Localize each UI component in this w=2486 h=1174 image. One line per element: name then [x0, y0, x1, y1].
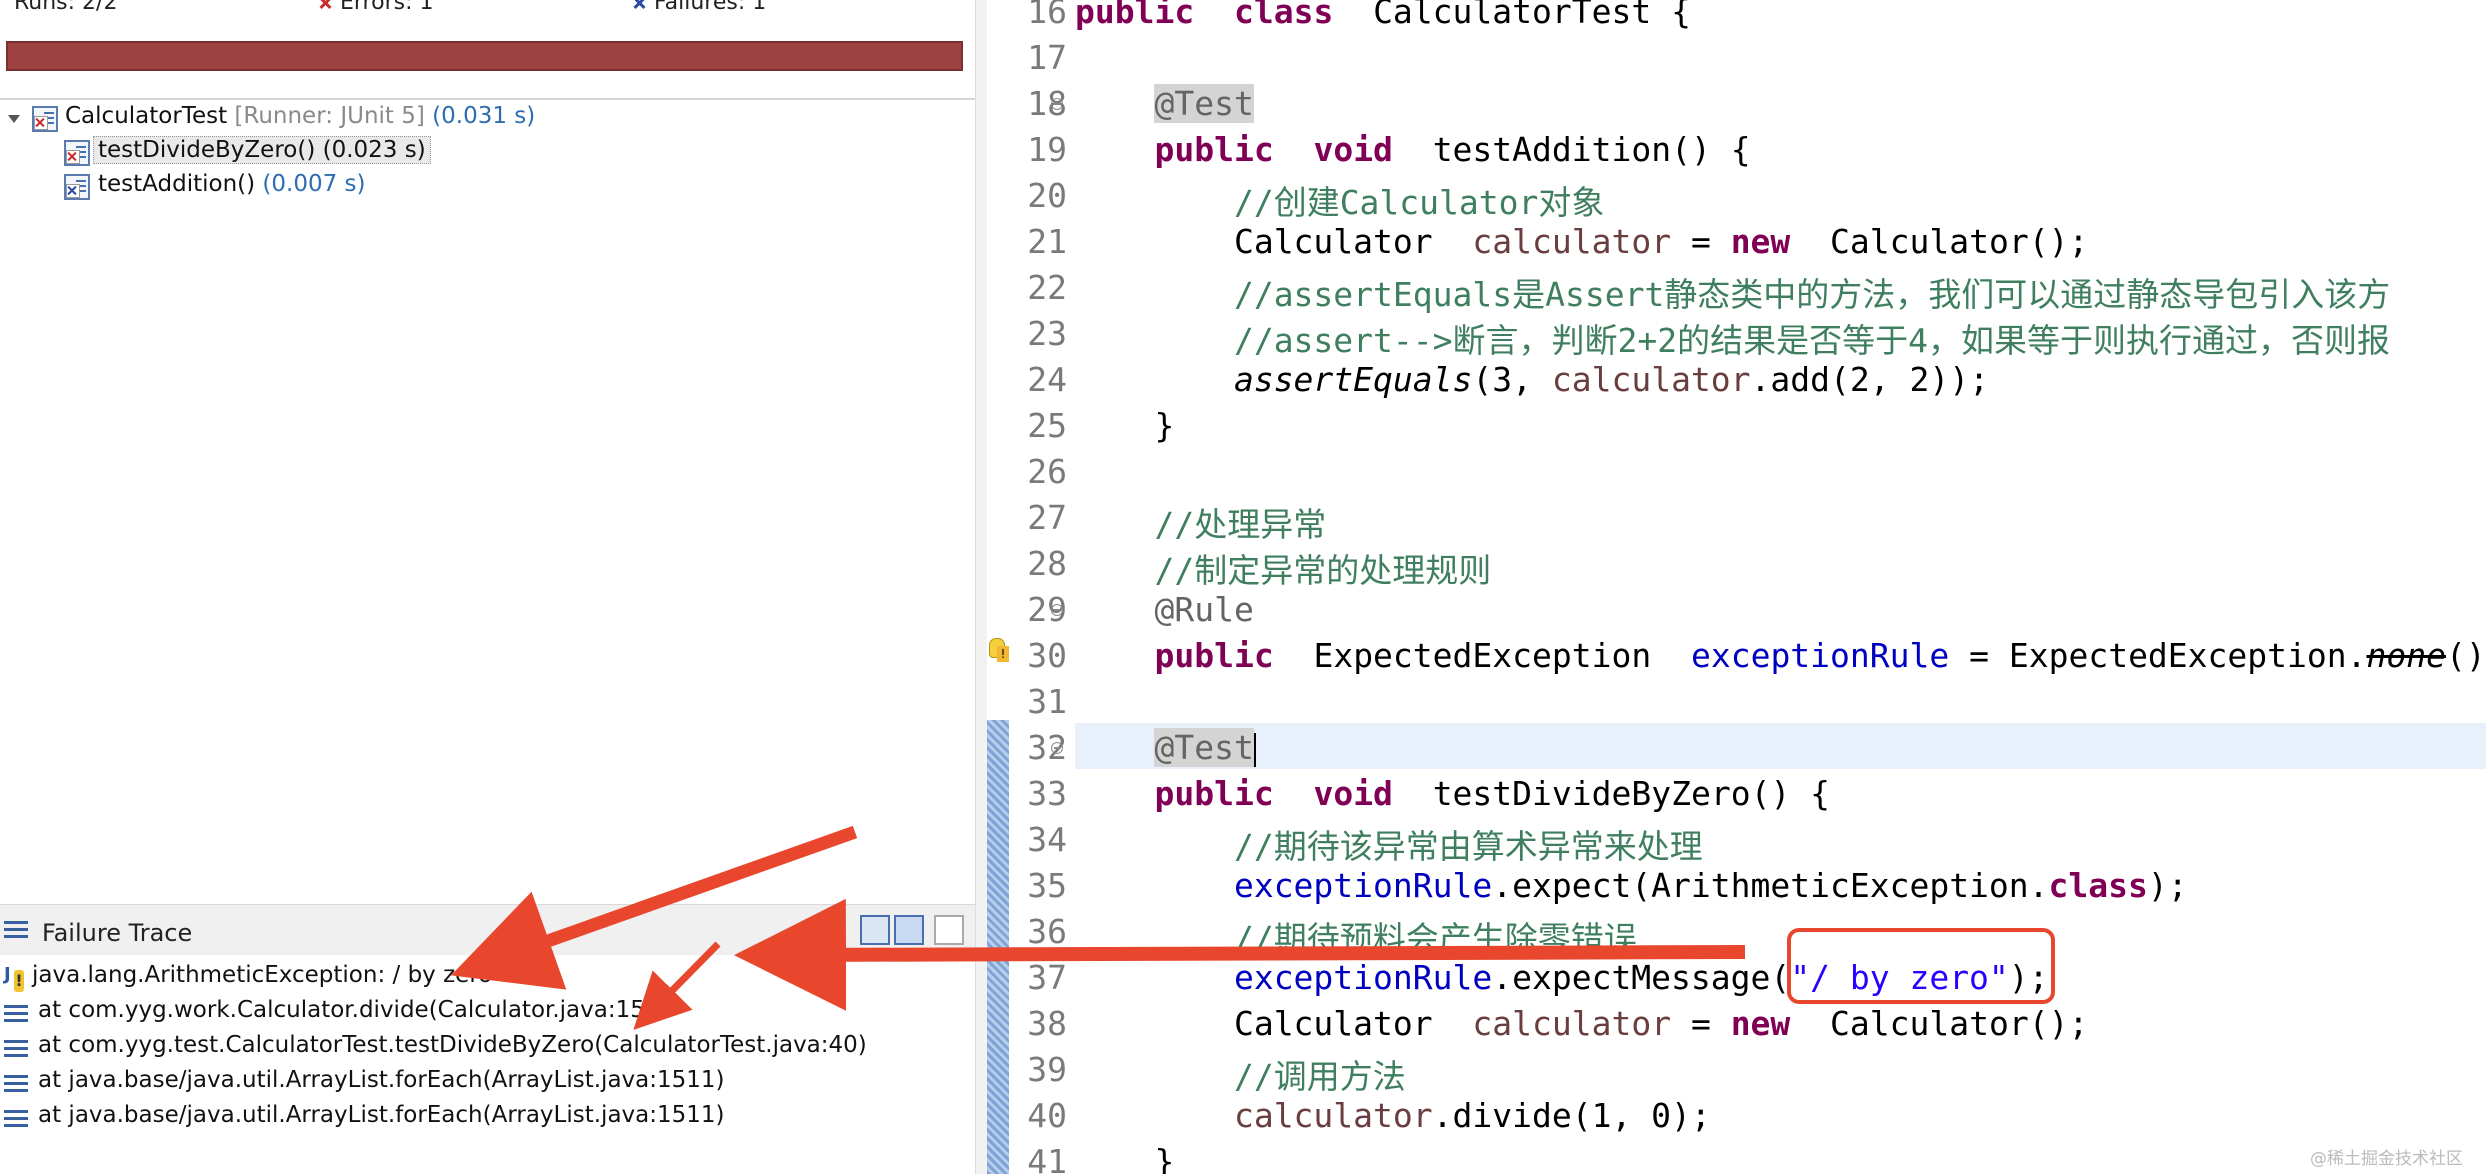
arrow-to-divide-line: [633, 941, 721, 1030]
annotation-arrows: [450, 825, 1746, 1030]
arrow-to-exception: [450, 825, 858, 990]
arrow-from-highlight: [734, 898, 1746, 1011]
watermark: @稀土掘金技术社区: [2310, 1149, 2463, 1169]
